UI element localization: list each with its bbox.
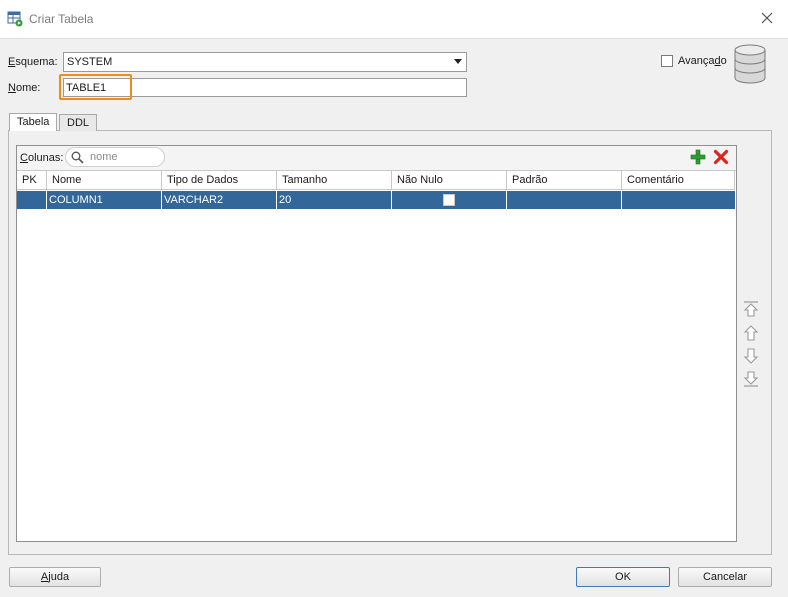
cell-tipo-de-dados[interactable]: VARCHAR2 [162, 191, 277, 209]
chevron-down-icon [454, 59, 462, 64]
header-pk[interactable]: PK [17, 171, 47, 190]
header-nome[interactable]: Nome [47, 171, 162, 190]
move-down-icon[interactable] [742, 347, 760, 365]
header-tamanho[interactable]: Tamanho [277, 171, 392, 190]
ok-button[interactable]: OK [576, 567, 670, 587]
tab-ddl[interactable]: DDL [59, 114, 98, 131]
header-comentario[interactable]: Comentário [622, 171, 735, 190]
title-bar: Criar Tabela [0, 0, 788, 39]
move-up-icon[interactable] [742, 324, 760, 342]
cell-pk[interactable] [17, 191, 47, 209]
schema-value: SYSTEM [67, 56, 113, 68]
add-column-icon[interactable] [690, 149, 706, 165]
column-search[interactable] [65, 147, 165, 167]
cell-comentario[interactable] [622, 191, 735, 209]
create-table-icon [7, 11, 23, 27]
header-padrao[interactable]: Padrão [507, 171, 622, 190]
cell-nome[interactable]: COLUMN1 [47, 191, 162, 209]
name-label: Nome: [8, 82, 41, 94]
cell-padrao[interactable] [507, 191, 622, 209]
tab-tabela[interactable]: Tabela [9, 113, 58, 131]
schema-select[interactable]: SYSTEM [63, 52, 467, 72]
help-button[interactable]: Ajuda [9, 567, 101, 587]
move-to-top-icon[interactable] [742, 300, 760, 318]
search-icon [71, 151, 84, 164]
move-to-bottom-icon[interactable] [742, 370, 760, 388]
delete-column-icon[interactable] [713, 149, 729, 165]
header-nao-nulo[interactable]: Não Nulo [392, 171, 507, 190]
advanced-label[interactable]: Avançado [678, 55, 727, 67]
header-tipo-de-dados[interactable]: Tipo de Dados [162, 171, 277, 190]
not-null-checkbox[interactable] [443, 194, 455, 206]
column-search-input[interactable] [90, 150, 160, 164]
advanced-checkbox[interactable] [661, 55, 673, 67]
cancel-button[interactable]: Cancelar [678, 567, 772, 587]
close-icon[interactable] [758, 9, 776, 27]
database-icon [734, 44, 766, 84]
window-title: Criar Tabela [29, 12, 94, 26]
columns-label: Colunas: [20, 152, 64, 164]
table-name-input[interactable] [63, 78, 467, 97]
schema-label: Esquema: [8, 56, 58, 68]
cell-tamanho[interactable]: 20 [277, 191, 392, 209]
